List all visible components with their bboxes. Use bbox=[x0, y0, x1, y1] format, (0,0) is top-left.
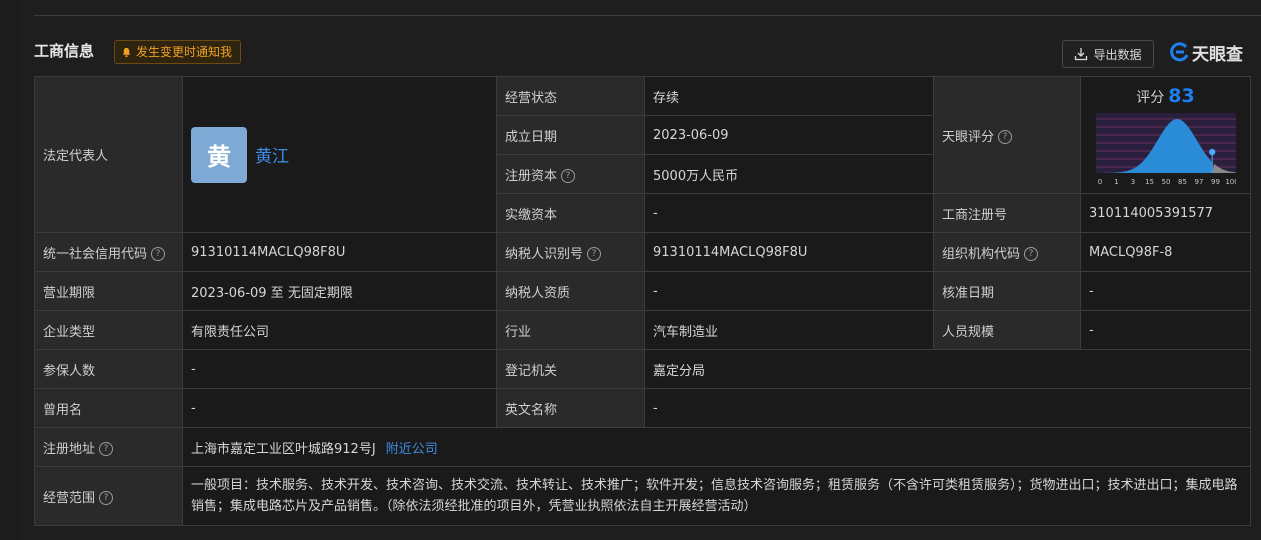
avatar[interactable]: 黄 bbox=[191, 126, 247, 183]
brand-logo: 天眼查 bbox=[1170, 40, 1243, 65]
insured-value: - bbox=[182, 349, 497, 389]
address-label: 注册地址 bbox=[43, 441, 96, 457]
industry-label: 行业 bbox=[496, 310, 645, 350]
org-code-label-cell: 组织机构代码? bbox=[933, 232, 1081, 272]
term-label: 营业期限 bbox=[34, 271, 183, 311]
bell-icon bbox=[122, 47, 131, 57]
help-icon[interactable]: ? bbox=[998, 130, 1013, 144]
english-name-value: - bbox=[644, 388, 1251, 428]
axis-tick-label: 0 bbox=[1097, 178, 1101, 186]
export-data-button[interactable]: 导出数据 bbox=[1062, 40, 1154, 68]
brand-name: 天眼查 bbox=[1192, 44, 1243, 65]
info-table: 法定代表人 黄 黄江 经营状态 存续 天眼评分? 评分 83 0 1 3 15 50 85 9… bbox=[34, 76, 1251, 526]
reg-number-value: 310114005391577 bbox=[1080, 193, 1251, 233]
reg-number-label: 工商注册号 bbox=[933, 193, 1081, 233]
staff-size-label: 人员规模 bbox=[933, 310, 1081, 350]
help-icon[interactable]: ? bbox=[561, 169, 576, 183]
score-chart-cell[interactable]: 评分83 0 1 3 15 50 85 97 99 100 bbox=[1080, 76, 1251, 194]
table-row: 法定代表人 黄 黄江 经营状态 存续 天眼评分? 评分 83 0 1 3 15 50 85 9… bbox=[34, 76, 1251, 233]
help-icon[interactable]: ? bbox=[1024, 247, 1039, 261]
taxpayer-qual-value: - bbox=[644, 271, 934, 311]
legal-rep-label: 法定代表人 bbox=[34, 76, 183, 233]
scope-value: 一般项目：技术服务、技术开发、技术咨询、技术交流、技术转让、技术推广；软件开发；… bbox=[182, 466, 1251, 526]
credit-code-label: 统一社会信用代码 bbox=[43, 246, 148, 262]
score-distribution-chart: 0 1 3 15 50 85 97 99 100 bbox=[1095, 113, 1236, 186]
axis-tick-label: 1 bbox=[1114, 178, 1118, 186]
nearby-companies-link[interactable]: 附近公司 bbox=[386, 442, 438, 457]
org-code-label: 组织机构代码 bbox=[942, 246, 1021, 262]
registered-capital-label-cell: 注册资本? bbox=[496, 154, 645, 194]
business-info-panel: 工商信息 发生变更时通知我 导出数据 天眼查 法定代表人 黄 黄江 经营状态 存… bbox=[18, 0, 1261, 540]
axis-tick-label: 15 bbox=[1145, 178, 1154, 186]
section-title: 工商信息 bbox=[34, 42, 95, 60]
authority-value: 嘉定分局 bbox=[644, 349, 1251, 389]
paid-capital-value: - bbox=[644, 193, 934, 233]
help-icon[interactable]: ? bbox=[99, 442, 114, 456]
former-name-value: - bbox=[182, 388, 497, 428]
address-label-cell: 注册地址? bbox=[34, 427, 183, 467]
score-prefix: 评分 bbox=[1136, 90, 1165, 106]
divider bbox=[34, 15, 1261, 16]
legal-rep-cell: 黄 黄江 bbox=[182, 76, 497, 233]
axis-tick-label: 99 bbox=[1211, 178, 1220, 186]
address-cell: 上海市嘉定工业区叶城路912号J 附近公司 bbox=[182, 427, 1251, 467]
table-row: 注册地址? 上海市嘉定工业区叶城路912号J 附近公司 bbox=[34, 427, 1251, 467]
established-value: 2023-06-09 bbox=[644, 115, 934, 155]
help-icon[interactable]: ? bbox=[99, 491, 114, 505]
table-row: 统一社会信用代码? 91310114MACLQ98F8U 纳税人识别号? 913… bbox=[34, 232, 1251, 272]
company-type-value: 有限责任公司 bbox=[182, 310, 497, 350]
approval-date-label: 核准日期 bbox=[933, 271, 1081, 311]
paid-capital-label: 实缴资本 bbox=[496, 193, 645, 233]
table-row: 经营范围? 一般项目：技术服务、技术开发、技术咨询、技术交流、技术转让、技术推广… bbox=[34, 466, 1251, 526]
industry-value: 汽车制造业 bbox=[644, 310, 934, 350]
scope-label-cell: 经营范围? bbox=[34, 466, 183, 526]
credit-code-value: 91310114MACLQ98F8U bbox=[182, 232, 497, 272]
score-label-cell: 天眼评分? bbox=[933, 76, 1081, 194]
authority-label: 登记机关 bbox=[496, 349, 645, 389]
axis-tick-label: 97 bbox=[1194, 178, 1203, 186]
scope-label: 经营范围 bbox=[43, 490, 96, 506]
notify-label: 发生变更时通知我 bbox=[136, 45, 233, 59]
download-icon bbox=[1075, 48, 1088, 61]
insured-label: 参保人数 bbox=[34, 349, 183, 389]
approval-date-value: - bbox=[1080, 271, 1251, 311]
score-marker-pin bbox=[1208, 148, 1215, 156]
notify-change-button[interactable]: 发生变更时通知我 bbox=[114, 40, 242, 64]
axis-tick-label: 100 bbox=[1225, 178, 1236, 186]
term-value: 2023-06-09 至 无固定期限 bbox=[182, 271, 497, 311]
company-type-label: 企业类型 bbox=[34, 310, 183, 350]
org-code-value: MACLQ98F-8 bbox=[1080, 232, 1251, 272]
credit-code-label-cell: 统一社会信用代码? bbox=[34, 232, 183, 272]
table-row: 营业期限 2023-06-09 至 无固定期限 纳税人资质 - 核准日期 - bbox=[34, 271, 1251, 311]
registered-capital-value: 5000万人民币 bbox=[644, 154, 934, 194]
score-label: 天眼评分 bbox=[942, 129, 995, 145]
english-name-label: 英文名称 bbox=[496, 388, 645, 428]
tianyancha-logo-icon bbox=[1170, 42, 1189, 62]
established-label: 成立日期 bbox=[496, 115, 645, 155]
registered-capital-label: 注册资本 bbox=[505, 168, 558, 184]
help-icon[interactable]: ? bbox=[587, 247, 602, 261]
help-icon[interactable]: ? bbox=[151, 247, 166, 261]
score-value: 83 bbox=[1168, 85, 1195, 107]
taxpayer-id-label-cell: 纳税人识别号? bbox=[496, 232, 645, 272]
axis-tick-label: 85 bbox=[1178, 178, 1187, 186]
taxpayer-id-value: 91310114MACLQ98F8U bbox=[644, 232, 934, 272]
former-name-label: 曾用名 bbox=[34, 388, 183, 428]
table-row: 企业类型 有限责任公司 行业 汽车制造业 人员规模 - bbox=[34, 310, 1251, 350]
table-row: 参保人数 - 登记机关 嘉定分局 bbox=[34, 349, 1251, 389]
staff-size-value: - bbox=[1080, 310, 1251, 350]
address-value: 上海市嘉定工业区叶城路912号J bbox=[191, 441, 376, 457]
axis-tick-label: 50 bbox=[1161, 178, 1170, 186]
axis-tick-label: 3 bbox=[1130, 178, 1134, 186]
taxpayer-qual-label: 纳税人资质 bbox=[496, 271, 645, 311]
table-row: 曾用名 - 英文名称 - bbox=[34, 388, 1251, 428]
export-label: 导出数据 bbox=[1093, 47, 1142, 62]
business-status-label: 经营状态 bbox=[496, 76, 645, 116]
legal-rep-name-link[interactable]: 黄江 bbox=[255, 142, 289, 167]
taxpayer-id-label: 纳税人识别号 bbox=[505, 246, 584, 262]
business-status-value: 存续 bbox=[644, 76, 934, 116]
